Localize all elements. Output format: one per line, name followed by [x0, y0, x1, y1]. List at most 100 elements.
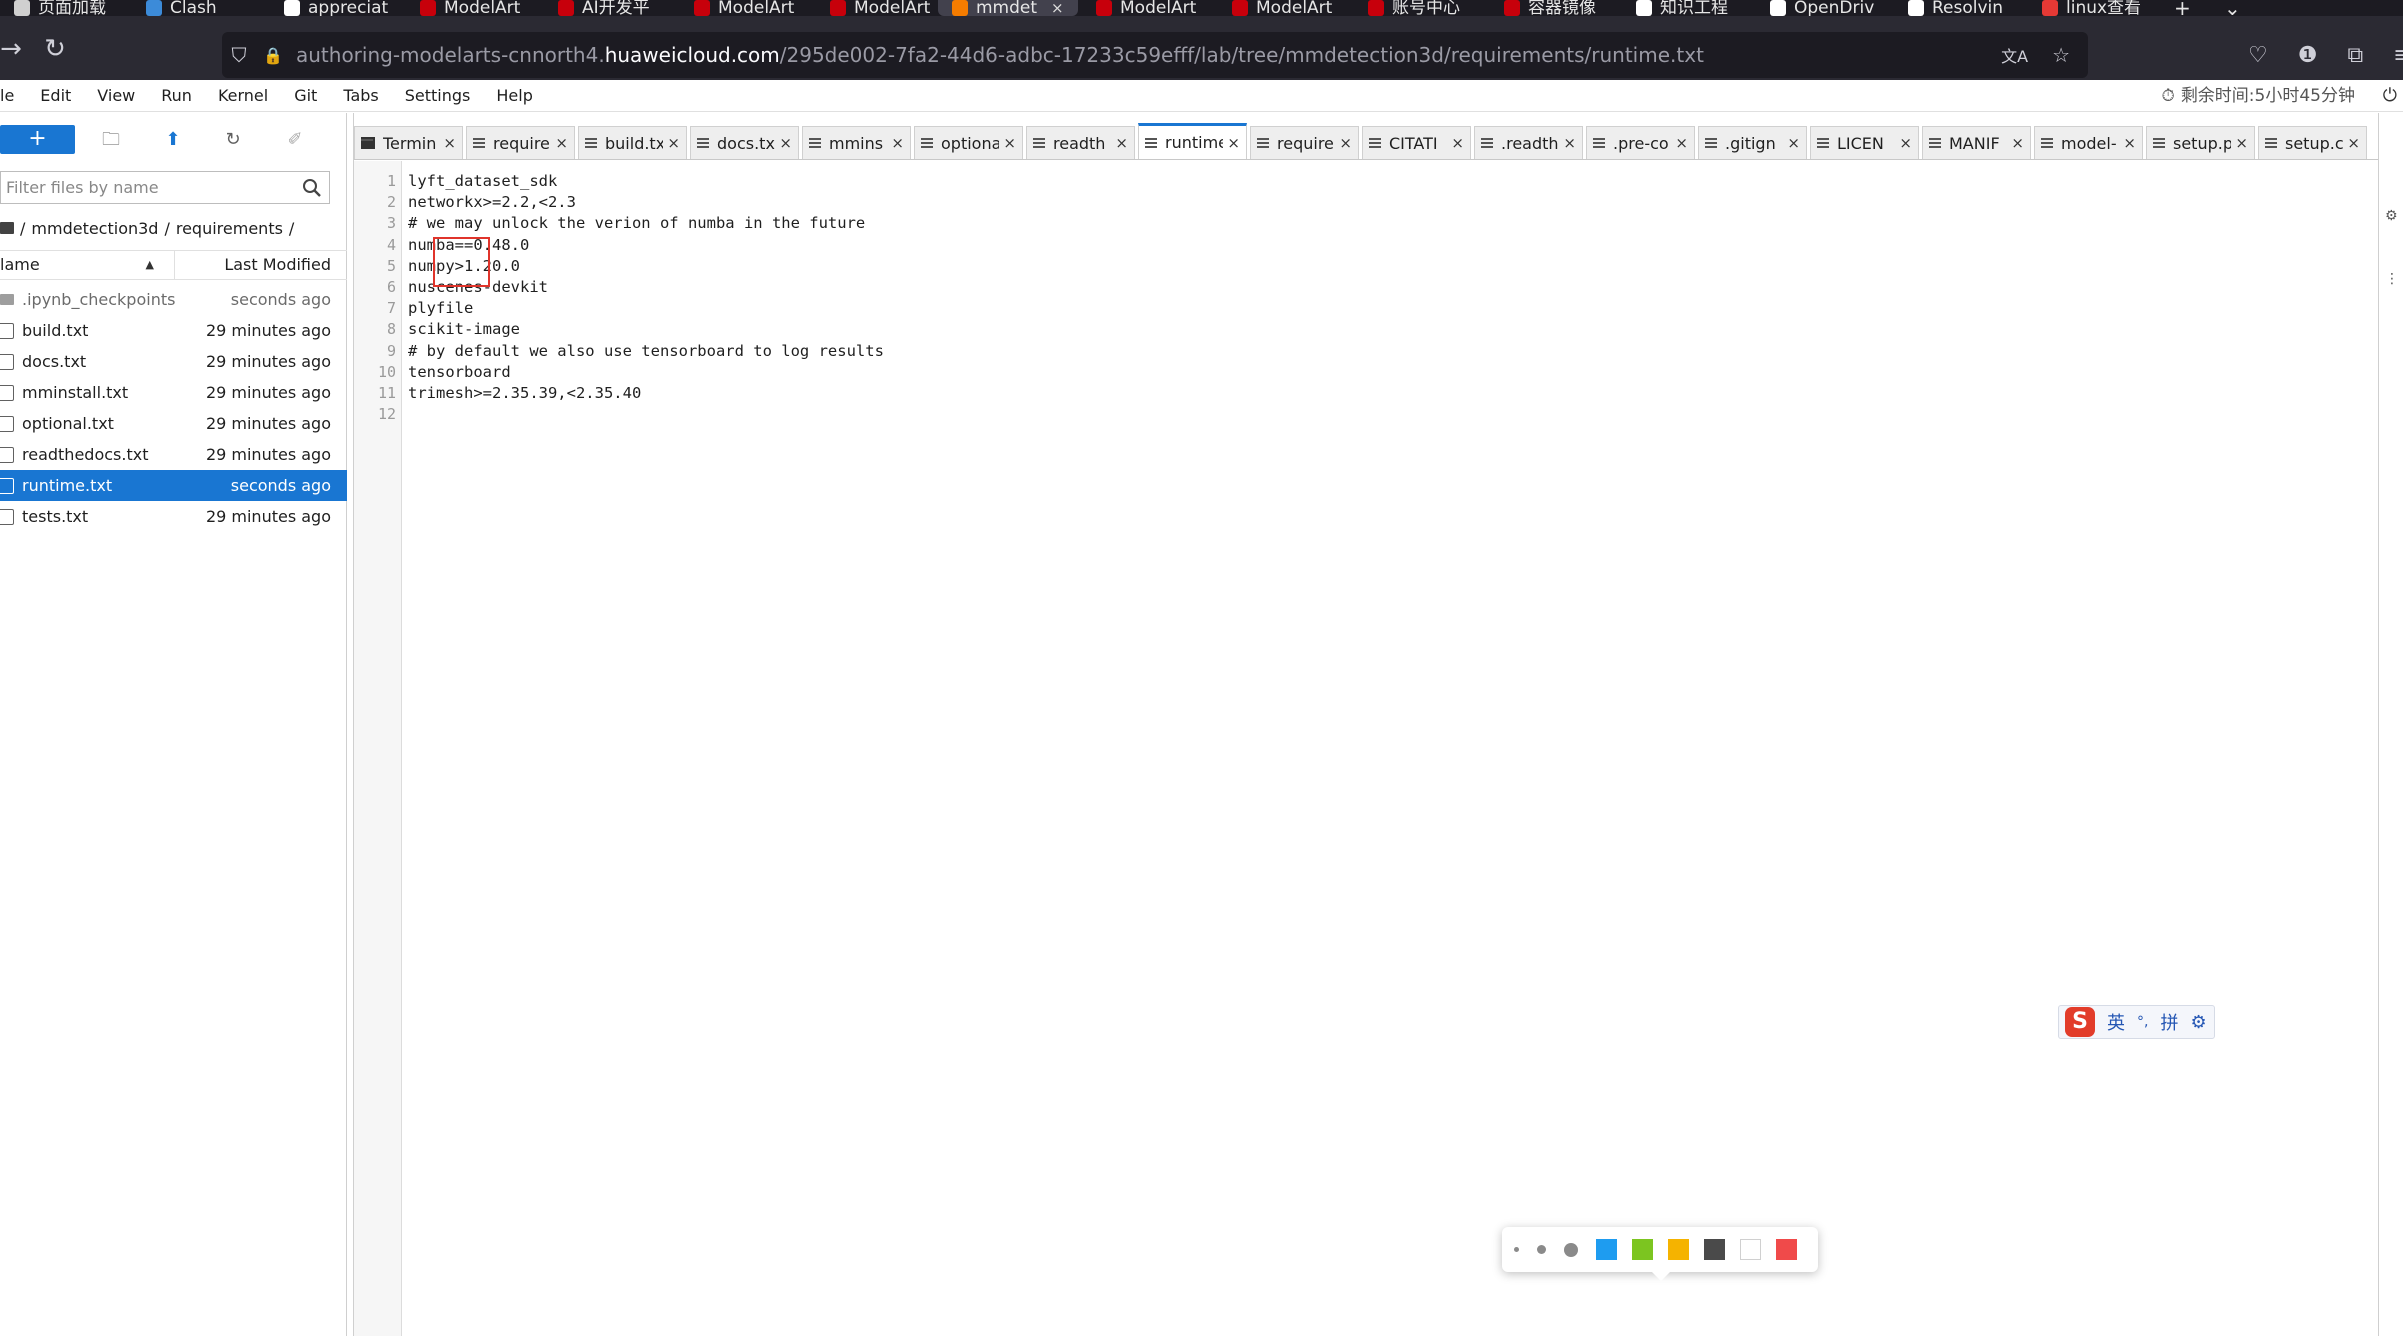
bookmark-star-icon[interactable]: ☆ [2052, 43, 2070, 67]
shutdown-icon[interactable]: ⏻ [2383, 80, 2397, 112]
file-row[interactable]: readthedocs.txt 29 minutes ago [0, 439, 347, 470]
document-tab[interactable]: MANIF × [1922, 126, 2031, 159]
document-tab[interactable]: setup.c × [2258, 126, 2367, 159]
menu-file[interactable]: le [0, 80, 27, 112]
close-tab-icon[interactable]: × [2011, 134, 2024, 152]
browser-tab[interactable]: 容器镜像 [1490, 0, 1610, 16]
document-tab[interactable]: require × [466, 126, 575, 159]
color-swatch[interactable] [1632, 1239, 1653, 1260]
document-tab[interactable]: setup.p × [2146, 126, 2255, 159]
new-folder-icon[interactable]: 🗀 [98, 127, 124, 153]
lock-icon[interactable]: 🔒 [256, 46, 290, 65]
refresh-icon[interactable]: ↻ [220, 127, 246, 153]
close-tab-icon[interactable]: × [1339, 134, 1352, 152]
color-swatch[interactable] [1668, 1239, 1689, 1260]
code-line[interactable]: 7 plyfile [387, 298, 2358, 319]
menu-kernel[interactable]: Kernel [205, 80, 281, 112]
document-tab[interactable]: build.tx × [578, 126, 687, 159]
document-tab[interactable]: .readth × [1474, 126, 1583, 159]
document-tab[interactable]: .pre-co × [1586, 126, 1695, 159]
browser-tab[interactable]: ModelArt [1218, 0, 1346, 16]
code-line[interactable]: 4 numba==0.48.0 [387, 235, 2358, 256]
browser-tab[interactable]: ModelArt [816, 0, 944, 16]
code-line[interactable]: 6 nuscenes-devkit [387, 277, 2358, 298]
app-menu-icon[interactable]: ≡ [2393, 43, 2403, 68]
column-last-modified[interactable]: Last Modified [224, 251, 331, 279]
new-launcher-button[interactable]: + [0, 125, 75, 154]
code-line[interactable]: 1 lyft_dataset_sdk [387, 171, 2358, 192]
browser-tab[interactable]: linux查看 [2028, 0, 2155, 16]
file-row[interactable]: optional.txt 29 minutes ago [0, 408, 347, 439]
address-bar[interactable]: ⛉ 🔒 authoring-modelarts-cnnorth4.huaweic… [222, 32, 2088, 78]
breadcrumb-root[interactable]: / [20, 219, 25, 238]
text-editor[interactable]: 1 lyft_dataset_sdk 2 networkx>=2.2,<2.3 3 # w… [354, 161, 2379, 1336]
close-tab-icon[interactable]: × [1051, 0, 1064, 16]
close-tab-icon[interactable]: × [1115, 134, 1128, 152]
file-row[interactable]: mminstall.txt 29 minutes ago [0, 377, 347, 408]
close-tab-icon[interactable]: × [2235, 134, 2248, 152]
menu-view[interactable]: View [84, 80, 148, 112]
ime-pinyin-mode[interactable]: 拼 [2160, 1009, 2178, 1035]
menu-edit[interactable]: Edit [27, 80, 84, 112]
document-tab[interactable]: docs.tx × [690, 126, 799, 159]
color-swatch[interactable] [1776, 1239, 1797, 1260]
document-tab[interactable]: CITATI × [1362, 126, 1471, 159]
close-tab-icon[interactable]: × [667, 134, 680, 152]
code-line[interactable]: 5 numpy>1.20.0 [387, 256, 2358, 277]
ime-punctuation-toggle[interactable]: °, [2137, 1014, 2148, 1030]
file-row[interactable]: tests.txt 29 minutes ago [0, 501, 347, 532]
browser-tab[interactable]: mmdet × [938, 0, 1078, 16]
code-line[interactable]: 10 tensorboard [378, 362, 2358, 383]
git-clone-icon[interactable]: ✐ [282, 127, 308, 153]
close-tab-icon[interactable]: × [555, 134, 568, 152]
code-line[interactable]: 12 [378, 404, 2358, 425]
document-tab[interactable]: model- × [2034, 126, 2143, 159]
pocket-icon[interactable]: ♡ [2248, 43, 2268, 68]
column-name[interactable]: lame ▲ [0, 251, 175, 279]
account-icon[interactable]: ❶ [2298, 43, 2318, 68]
file-row[interactable]: .ipynb_checkpoints seconds ago [0, 284, 347, 315]
breadcrumb-requirements[interactable]: requirements [176, 219, 283, 238]
menu-settings[interactable]: Settings [392, 80, 484, 112]
document-tab[interactable]: LICEN × [1810, 126, 1919, 159]
document-tab[interactable]: optiona × [914, 126, 1023, 159]
code-line[interactable]: 9 # by default we also use tensorboard to… [387, 341, 2358, 362]
browser-tab[interactable]: 账号中心 [1354, 0, 1474, 16]
menu-tabs[interactable]: Tabs [330, 80, 391, 112]
close-tab-icon[interactable]: × [443, 134, 456, 152]
filter-input[interactable] [1, 178, 291, 197]
ime-settings-icon[interactable]: ⚙ [2190, 1012, 2206, 1033]
close-tab-icon[interactable]: × [1675, 134, 1688, 152]
browser-tab[interactable]: Clash [132, 0, 231, 16]
color-swatch[interactable] [1704, 1239, 1725, 1260]
menu-git[interactable]: Git [281, 80, 330, 112]
reload-icon[interactable]: ↻ [30, 34, 80, 64]
search-icon[interactable] [301, 177, 323, 199]
debugger-icon[interactable]: ⋮ [2385, 271, 2399, 287]
sogou-logo-icon[interactable]: S [2065, 1007, 2095, 1037]
property-inspector-icon[interactable]: ⚙ [2385, 208, 2399, 224]
browser-tab[interactable]: AI开发平 [544, 0, 664, 16]
list-all-tabs-icon[interactable]: ⌄ [2210, 0, 2255, 16]
file-row[interactable]: build.txt 29 minutes ago [0, 315, 347, 346]
close-tab-icon[interactable]: × [1563, 134, 1576, 152]
color-swatch[interactable] [1740, 1239, 1761, 1260]
close-tab-icon[interactable]: × [1899, 134, 1912, 152]
close-tab-icon[interactable]: × [779, 134, 792, 152]
brush-size-medium[interactable] [1537, 1245, 1546, 1254]
browser-tab[interactable]: Resolvin [1894, 0, 2017, 16]
menu-help[interactable]: Help [483, 80, 545, 112]
document-tab[interactable]: mmins × [802, 126, 911, 159]
close-tab-icon[interactable]: × [1003, 134, 1016, 152]
color-swatch[interactable] [1596, 1239, 1617, 1260]
close-tab-icon[interactable]: × [2123, 134, 2136, 152]
menu-run[interactable]: Run [148, 80, 205, 112]
close-tab-icon[interactable]: × [891, 134, 904, 152]
code-line[interactable]: 8 scikit-image [387, 319, 2358, 340]
folder-icon[interactable] [0, 222, 14, 234]
code-area[interactable]: 1 lyft_dataset_sdk 2 networkx>=2.2,<2.3 3 # w… [378, 171, 2358, 425]
document-tab[interactable]: require × [1250, 126, 1359, 159]
close-tab-icon[interactable]: × [1451, 134, 1464, 152]
close-tab-icon[interactable]: × [1787, 134, 1800, 152]
brush-size-small[interactable] [1514, 1247, 1519, 1252]
